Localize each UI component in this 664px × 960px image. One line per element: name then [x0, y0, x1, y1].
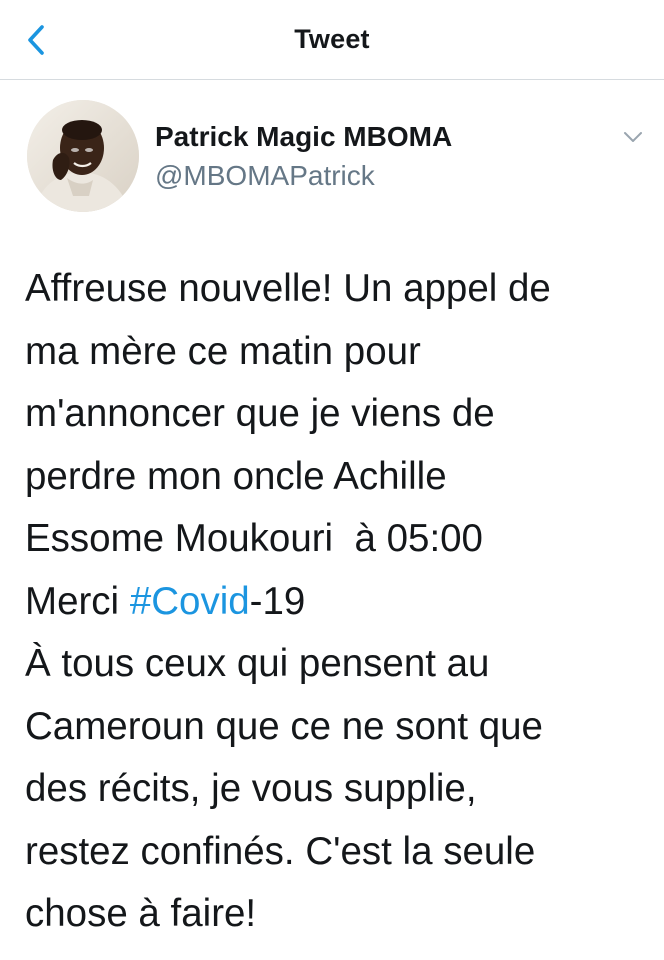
tweet-line: Essome Moukouri à 05:00: [25, 517, 483, 560]
navigation-bar: Tweet: [0, 0, 664, 80]
tweet-line: À tous ceux qui pensent au: [25, 642, 490, 685]
tweet-line: Cameroun que ce ne sont que: [25, 704, 543, 748]
tweet-text: Affreuse nouvelle! Un appel de ma mère c…: [25, 258, 650, 946]
tweet-line: Affreuse nouvelle! Un appel de: [25, 267, 551, 310]
tweet-line: des récits, je vous supplie,: [25, 767, 477, 810]
author-name[interactable]: Patrick Magic MBOMA: [155, 121, 452, 153]
hashtag-link[interactable]: #Covid: [130, 580, 250, 623]
tweet-menu-button[interactable]: [618, 124, 648, 150]
author-handle[interactable]: @MBOMAPatrick: [155, 160, 375, 192]
profile-photo: [27, 100, 139, 212]
page-title: Tweet: [294, 24, 370, 54]
tweet-line: chose à faire!: [25, 892, 257, 935]
chevron-down-icon: [624, 132, 642, 142]
tweet-line: restez confinés. C'est la seule: [25, 829, 536, 873]
tweet-text-fragment: Merci: [25, 579, 130, 623]
avatar[interactable]: [27, 100, 139, 212]
tweet-text-fragment: -19: [249, 579, 306, 623]
tweet-line: Merci #Covid-19: [25, 571, 650, 634]
tweet-line: m'annoncer que je viens de: [25, 392, 495, 435]
tweet-line: perdre mon oncle Achille: [25, 454, 447, 498]
tweet-line: ma mère ce matin pour: [25, 329, 421, 373]
